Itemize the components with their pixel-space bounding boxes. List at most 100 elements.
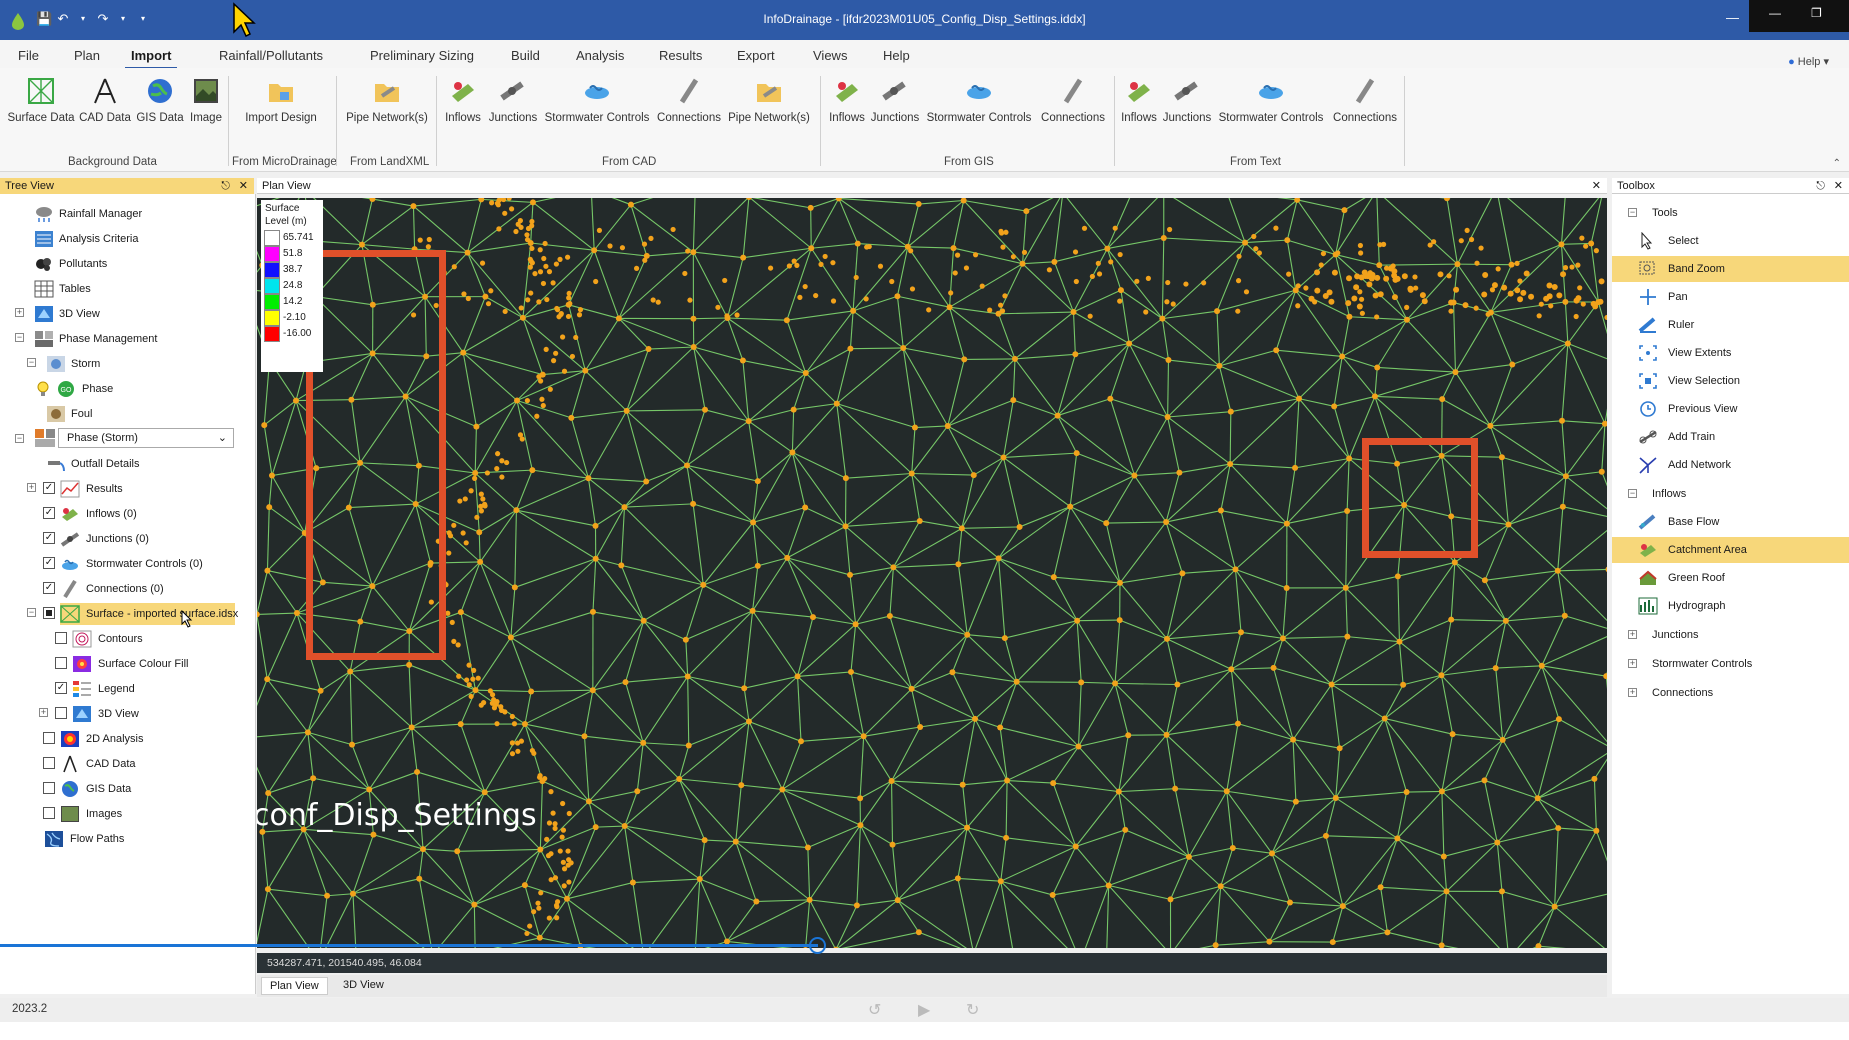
menu-help[interactable]: Help	[883, 48, 910, 63]
menu-results[interactable]: Results	[659, 48, 702, 63]
collapse-surface-toggle[interactable]: −	[27, 608, 36, 617]
menu-views[interactable]: Views	[813, 48, 847, 63]
toolbox-section-tools[interactable]: − Tools	[1612, 200, 1849, 226]
images-checkbox[interactable]	[43, 807, 55, 819]
phase-select[interactable]: Phase (Storm) ⌄	[58, 428, 234, 448]
text-connections-button[interactable]: Connections	[1330, 76, 1400, 124]
help-link[interactable]: ● Help ▾	[1788, 55, 1829, 68]
cad-junctions-button[interactable]: Junctions	[488, 76, 538, 124]
surface-colour-fill-checkbox[interactable]	[55, 657, 67, 669]
tool-pan[interactable]: Pan	[1612, 284, 1849, 310]
menu-plan[interactable]: Plan	[74, 48, 100, 63]
menu-build[interactable]: Build	[511, 48, 540, 63]
tool-add-train[interactable]: Add Train	[1612, 424, 1849, 450]
surface-checkbox[interactable]	[43, 607, 55, 619]
inflows-checkbox[interactable]: ✓	[43, 507, 55, 519]
minimize-button[interactable]: —	[1726, 10, 1739, 25]
tool-band-zoom[interactable]: Band Zoom	[1612, 256, 1849, 282]
cad-data-button[interactable]: CAD Data	[78, 76, 132, 124]
cad-stormwater-controls-button[interactable]: Stormwater Controls	[542, 76, 652, 124]
mesh-node	[446, 550, 452, 556]
video-progress-handle[interactable]	[809, 937, 826, 954]
stormwater-controls-checkbox[interactable]: ✓	[43, 557, 55, 569]
connections-checkbox[interactable]: ✓	[43, 582, 55, 594]
tool-previous-view[interactable]: Previous View	[1612, 396, 1849, 422]
video-forward-icon[interactable]: ↻	[966, 1000, 979, 1020]
menu-file[interactable]: File	[18, 48, 39, 63]
tree-item-surface[interactable]: Surface - imported surface.idsx	[60, 603, 238, 625]
menu-import[interactable]: Import	[124, 48, 178, 69]
expand-results-toggle[interactable]: +	[27, 483, 36, 492]
gis-connections-button[interactable]: Connections	[1038, 76, 1108, 124]
text-stormwater-controls-button[interactable]: Stormwater Controls	[1216, 76, 1326, 124]
highlight-box-right	[1362, 438, 1478, 558]
expand-surface-3d-view-toggle[interactable]: +	[39, 708, 48, 717]
expand-junctions-toggle[interactable]: +	[1628, 630, 1637, 639]
mesh-edge	[1604, 408, 1607, 424]
collapse-phase-management-toggle[interactable]: −	[15, 333, 24, 342]
cad-data-checkbox[interactable]	[43, 757, 55, 769]
expand-stormwater-controls-toggle[interactable]: +	[1628, 659, 1637, 668]
gis-inflows-button[interactable]: Inflows	[826, 76, 868, 124]
tree-close-icon[interactable]: ✕	[239, 178, 248, 194]
mesh-node	[511, 584, 518, 591]
text-inflows-button[interactable]: Inflows	[1118, 76, 1160, 124]
tab-3d-view[interactable]: 3D View	[335, 979, 392, 991]
collapse-tools-toggle[interactable]: −	[1628, 208, 1637, 217]
toolbox-close-icon[interactable]: ✕	[1834, 178, 1843, 194]
tool-add-network[interactable]: Add Network	[1612, 452, 1849, 478]
tool-select[interactable]: Select	[1612, 228, 1849, 254]
toolbox-section-inflows[interactable]: − Inflows	[1612, 481, 1849, 507]
menu-analysis[interactable]: Analysis	[576, 48, 624, 63]
collapse-storm-toggle[interactable]: −	[27, 358, 36, 367]
overlay-restore-icon[interactable]: ❐	[1811, 6, 1822, 20]
surface-3d-view-checkbox[interactable]	[55, 707, 67, 719]
gis-data-checkbox[interactable]	[43, 782, 55, 794]
toolbox-pin-icon[interactable]: ⎋	[1816, 178, 1825, 194]
toolbox-section-junctions[interactable]: + Junctions	[1612, 622, 1849, 648]
overlay-minimize-icon[interactable]: —	[1769, 6, 1781, 20]
junctions-checkbox[interactable]: ✓	[43, 532, 55, 544]
legend-checkbox[interactable]: ✓	[55, 682, 67, 694]
mesh-edge	[267, 732, 309, 794]
menu-export[interactable]: Export	[737, 48, 775, 63]
tool-green-roof[interactable]: Green Roof	[1612, 565, 1849, 591]
video-progress-bar[interactable]	[0, 944, 818, 947]
plan-view-canvas[interactable]: Surface Level (m) 65.741 51.8 38.7 24.8 14.2…	[257, 198, 1607, 948]
expand-connections-toggle[interactable]: +	[1628, 688, 1637, 697]
collapse-ribbon-icon[interactable]: ⌃	[1833, 158, 1841, 169]
gis-data-button[interactable]: GIS Data	[134, 76, 186, 124]
toolbox-section-connections[interactable]: + Connections	[1612, 680, 1849, 706]
tool-hydrograph[interactable]: Hydrograph	[1612, 593, 1849, 619]
video-play-icon[interactable]: ▶	[918, 1000, 930, 1020]
menu-preliminary-sizing[interactable]: Preliminary Sizing	[370, 48, 474, 63]
cad-inflows-button[interactable]: Inflows	[442, 76, 484, 124]
contours-checkbox[interactable]	[55, 632, 67, 644]
import-design-button[interactable]: Import Design	[240, 76, 322, 124]
cad-connections-button[interactable]: Connections	[656, 76, 722, 124]
2d-analysis-checkbox[interactable]	[43, 732, 55, 744]
cad-pipe-networks-button[interactable]: Pipe Network(s)	[726, 76, 812, 124]
tool-catchment-area[interactable]: Catchment Area	[1612, 537, 1849, 563]
image-button[interactable]: Image	[186, 76, 226, 124]
expand-3d-view-toggle[interactable]: +	[15, 308, 24, 317]
tool-base-flow[interactable]: Base Flow	[1612, 509, 1849, 535]
tool-view-selection[interactable]: View Selection	[1612, 368, 1849, 394]
tool-view-extents[interactable]: View Extents	[1612, 340, 1849, 366]
collapse-phase-storm-toggle[interactable]: −	[15, 434, 24, 443]
toolbox-section-stormwater-controls[interactable]: + Stormwater Controls	[1612, 651, 1849, 677]
mesh-edge	[594, 249, 647, 257]
plan-view-close-icon[interactable]: ✕	[1592, 178, 1601, 194]
results-checkbox[interactable]: ✓	[43, 482, 55, 494]
tab-plan-view[interactable]: Plan View	[261, 977, 328, 995]
gis-stormwater-controls-button[interactable]: Stormwater Controls	[924, 76, 1034, 124]
gis-junctions-button[interactable]: Junctions	[870, 76, 920, 124]
menu-rainfall-pollutants[interactable]: Rainfall/Pollutants	[219, 48, 323, 63]
tool-ruler[interactable]: Ruler	[1612, 312, 1849, 338]
collapse-inflows-toggle[interactable]: −	[1628, 489, 1637, 498]
text-junctions-button[interactable]: Junctions	[1162, 76, 1212, 124]
landxml-pipe-networks-button[interactable]: Pipe Network(s)	[344, 76, 430, 124]
pin-icon[interactable]: ⎋	[221, 178, 230, 194]
video-rewind-icon[interactable]: ↺	[868, 1000, 881, 1020]
surface-data-button[interactable]: Surface Data	[6, 76, 76, 124]
